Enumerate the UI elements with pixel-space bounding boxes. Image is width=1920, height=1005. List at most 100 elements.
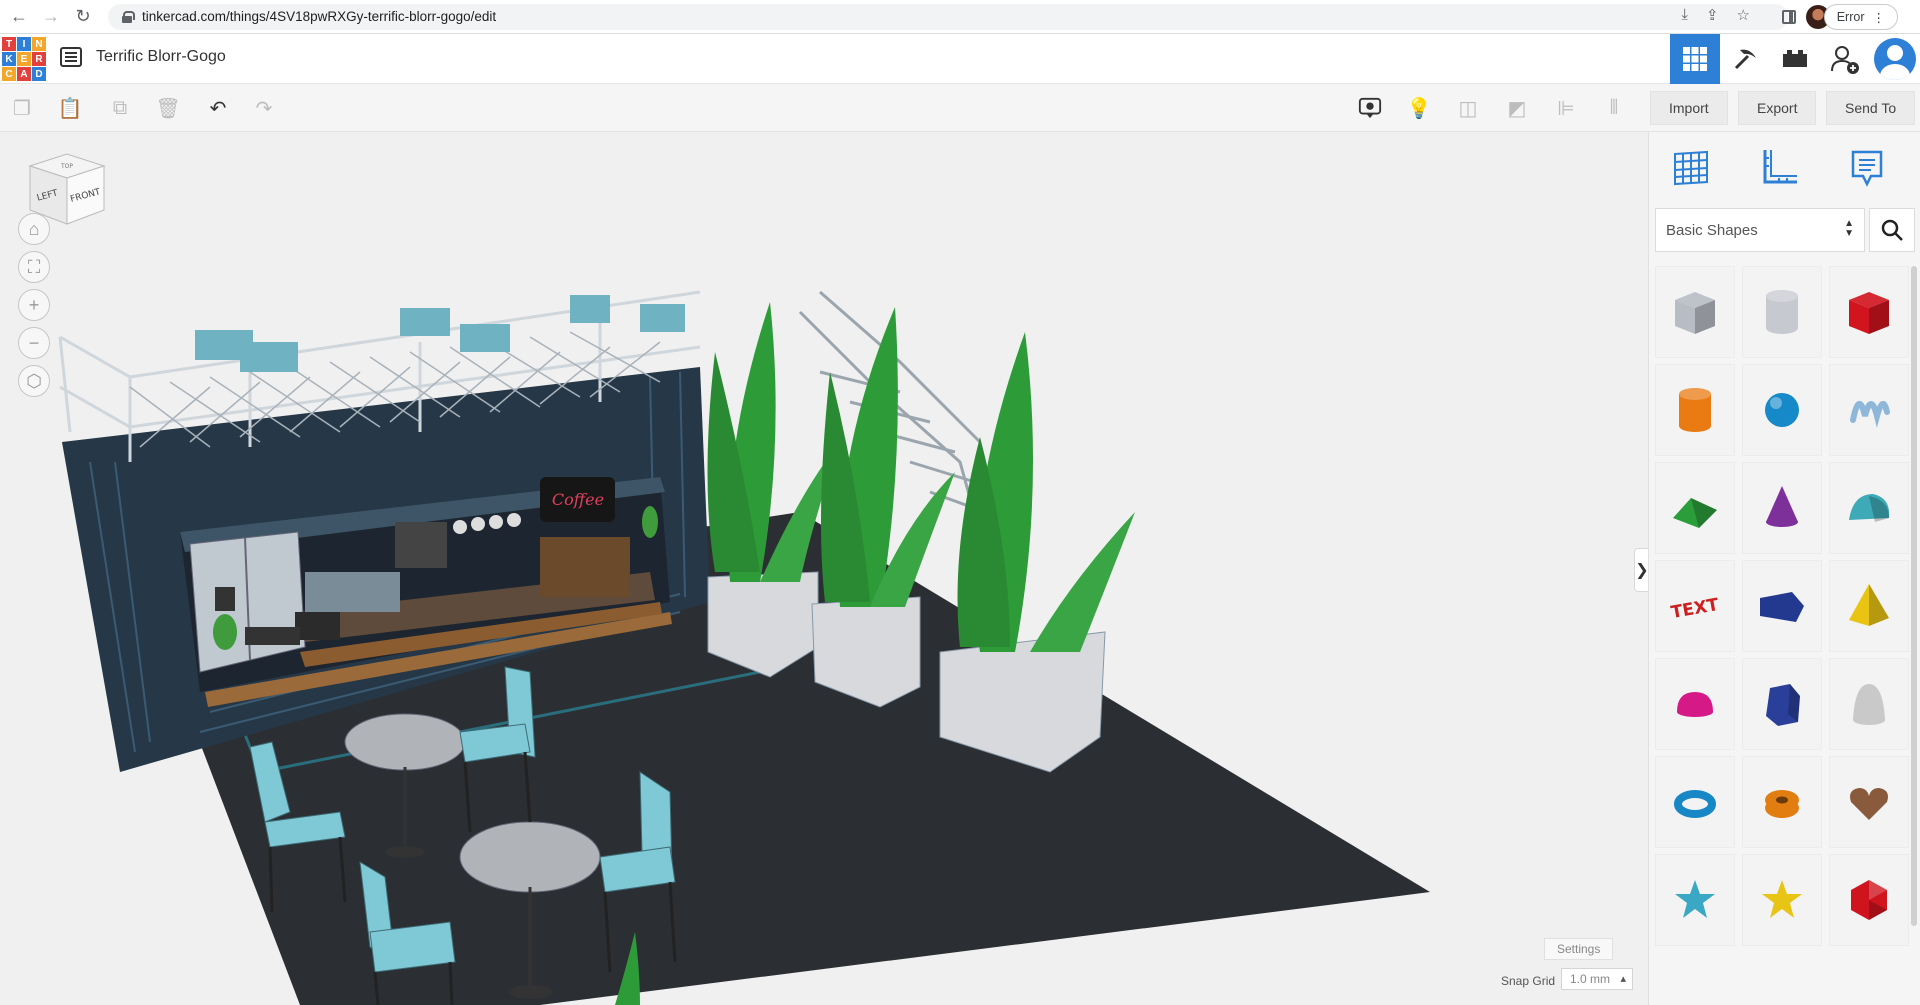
svg-text:TEXT: TEXT	[1669, 595, 1720, 623]
side-panel-icon[interactable]	[1782, 10, 1796, 24]
shape-tile-round-roof[interactable]	[1829, 462, 1909, 554]
tube-icon	[1765, 790, 1799, 818]
shape-tile-scribble[interactable]	[1829, 364, 1909, 456]
back-icon[interactable]: ←	[6, 4, 32, 30]
pickaxe-icon	[1734, 49, 1756, 70]
shape-tile-star[interactable]	[1655, 854, 1735, 946]
box-hole-icon	[1675, 292, 1715, 334]
half-sphere-icon	[1677, 692, 1713, 717]
snap-grid-value: 1.0 mm	[1570, 972, 1611, 986]
round-roof-icon	[1849, 494, 1890, 522]
blocks-view-button[interactable]	[1720, 34, 1770, 84]
notes-icon[interactable]	[1845, 146, 1889, 190]
shape-category-select[interactable]: Basic Shapes ▲ ▼	[1655, 208, 1865, 252]
tinkercad-logo[interactable]: TIN KER CAD	[2, 37, 46, 81]
heart-icon	[1850, 788, 1888, 820]
zoom-in-icon[interactable]: +	[18, 289, 50, 321]
undo-icon[interactable]: ↶	[206, 96, 230, 120]
search-button[interactable]	[1869, 208, 1915, 252]
import-button[interactable]: Import	[1650, 91, 1728, 125]
design-list-icon[interactable]	[60, 47, 82, 67]
workplane-grid-icon[interactable]	[1669, 146, 1713, 190]
light-bulb-icon[interactable]: 💡	[1407, 96, 1432, 120]
3d-design-view-button[interactable]	[1670, 34, 1720, 84]
shapes-panel: Basic Shapes ▲ ▼ TEXT	[1648, 132, 1920, 1005]
torus-icon	[1674, 790, 1716, 818]
reload-icon[interactable]: ↻	[70, 4, 96, 30]
logo-letter: N	[32, 37, 46, 51]
shape-tile-sphere[interactable]	[1742, 364, 1822, 456]
design-title[interactable]: Terrific Blorr-Gogo	[96, 48, 226, 66]
address-bar[interactable]: tinkercad.com/things/4SV18pwRXGy-terrifi…	[108, 3, 1788, 30]
perspective-icon[interactable]: ⬡	[18, 365, 50, 397]
icosahedron-icon	[1851, 880, 1887, 920]
shape-tile-icosahedron[interactable]	[1829, 854, 1909, 946]
shape-tile-roof[interactable]	[1655, 462, 1735, 554]
grid-view-icon	[1683, 47, 1707, 71]
star-icon	[1675, 880, 1715, 918]
mirror-icon[interactable]: ⫴	[1602, 96, 1626, 120]
share-icon[interactable]: ⇪	[1706, 6, 1719, 24]
shape-tile-tube[interactable]	[1742, 756, 1822, 848]
app-header: TIN KER CAD Terrific Blorr-Gogo	[0, 34, 1920, 84]
logo-letter: R	[32, 52, 46, 66]
paste-icon[interactable]: 📋	[58, 96, 83, 120]
workplane-viewport[interactable]: Coffee TOP LEFT FRONT ⌂ ⛶ + − ⬡ Settings…	[0, 132, 1638, 1005]
shape-tile-cone[interactable]	[1742, 462, 1822, 554]
delete-icon[interactable]: 🗑	[155, 96, 180, 120]
install-icon[interactable]: ⤓	[1681, 6, 1688, 24]
send-to-button[interactable]: Send To	[1826, 91, 1916, 125]
panel-scrollbar[interactable]	[1911, 266, 1917, 926]
3d-scene[interactable]: Coffee	[0, 132, 1638, 1005]
browser-bar: ← → ↻ tinkercad.com/things/4SV18pwRXGy-t…	[0, 0, 1920, 34]
shapes-grid: TEXT	[1655, 266, 1909, 1005]
notes-tool-icon[interactable]	[1358, 96, 1382, 120]
shape-tile-star-flat[interactable]	[1742, 854, 1822, 946]
align-icon[interactable]: ⊫	[1554, 96, 1578, 120]
settings-button[interactable]: Settings	[1544, 938, 1614, 960]
bookmark-star-icon[interactable]: ☆	[1737, 6, 1750, 24]
invite-user-button[interactable]	[1820, 34, 1870, 84]
wedge-icon	[1760, 592, 1804, 622]
shape-tile-wedge[interactable]	[1742, 560, 1822, 652]
search-icon	[1881, 219, 1903, 241]
zoom-out-icon[interactable]: −	[18, 327, 50, 359]
shape-tile-half-sphere[interactable]	[1655, 658, 1735, 750]
shelf	[540, 537, 630, 597]
shape-tile-cylinder-hole[interactable]	[1742, 266, 1822, 358]
user-profile-button[interactable]	[1870, 34, 1920, 84]
logo-letter: C	[2, 67, 16, 81]
shape-tile-torus[interactable]	[1655, 756, 1735, 848]
logo-letter: A	[17, 67, 31, 81]
error-button[interactable]: Error ⋮	[1823, 4, 1898, 30]
roof-icon	[1673, 498, 1717, 528]
shape-tile-pyramid[interactable]	[1829, 560, 1909, 652]
forward-icon[interactable]: →	[38, 4, 64, 30]
pyramid-icon	[1849, 584, 1889, 626]
shape-tile-cylinder[interactable]	[1655, 364, 1735, 456]
export-button[interactable]: Export	[1738, 91, 1817, 125]
shape-tile-paraboloid[interactable]	[1829, 658, 1909, 750]
bricks-view-button[interactable]	[1770, 34, 1820, 84]
shape-tile-polygon[interactable]	[1742, 658, 1822, 750]
shape-tile-box[interactable]	[1829, 266, 1909, 358]
shape-tile-heart[interactable]	[1829, 756, 1909, 848]
group-shape-icon[interactable]: ◫	[1456, 96, 1480, 120]
redo-icon[interactable]: ↷	[252, 96, 276, 120]
paraboloid-icon	[1853, 684, 1885, 725]
user-avatar	[1874, 38, 1916, 80]
copy-icon[interactable]: ❐	[10, 96, 34, 120]
ungroup-icon[interactable]: ◩	[1505, 96, 1529, 120]
cylinder-icon	[1679, 388, 1711, 432]
fit-view-icon[interactable]: ⛶	[18, 251, 50, 283]
shape-tile-text[interactable]: TEXT	[1655, 560, 1735, 652]
duplicate-icon[interactable]: ⧉	[108, 96, 132, 120]
snap-grid-select[interactable]: 1.0 mm	[1561, 968, 1633, 990]
cone-icon	[1766, 486, 1798, 527]
home-view-icon[interactable]: ⌂	[18, 213, 50, 245]
snap-grid-label: Snap Grid	[1501, 974, 1556, 988]
ruler-icon[interactable]	[1757, 146, 1801, 190]
coffee-machine	[305, 572, 400, 612]
star-flat-icon	[1762, 880, 1802, 918]
shape-tile-box-hole[interactable]	[1655, 266, 1735, 358]
